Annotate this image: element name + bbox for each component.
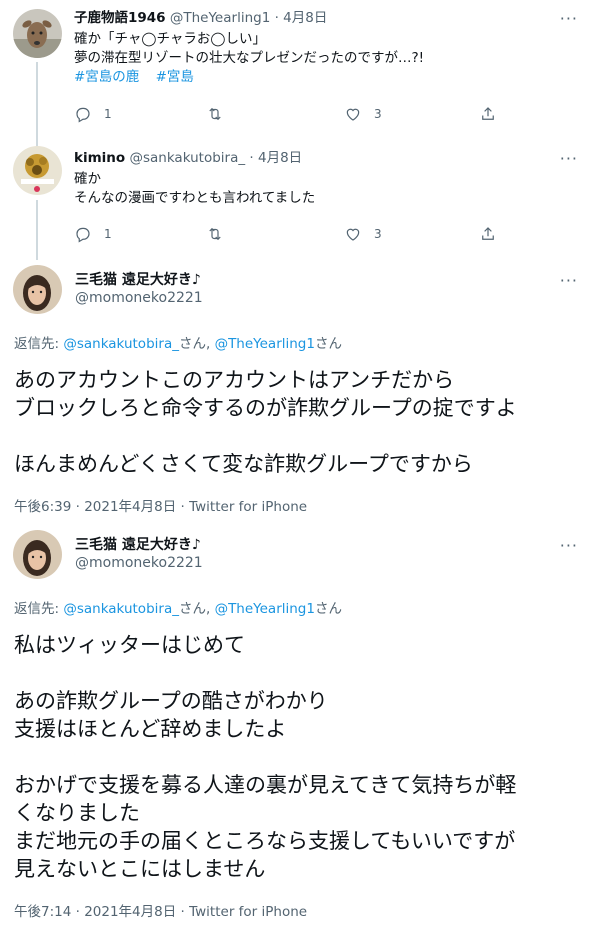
avatar[interactable] [13,9,62,58]
tweet-date[interactable]: 4月8日 [258,150,302,166]
reply-tweet[interactable]: 子鹿物語1946 @TheYearling1 · 4月8日 確か「チャ◯チャラお… [0,0,596,140]
tweet-time[interactable]: 午後7:14 [14,904,71,920]
focal-tweet: 三毛猫 遠足大好き♪ @momoneko2221 ··· 返信先: @sanka… [0,527,596,927]
user-handle[interactable]: @momoneko2221 [75,555,203,571]
user-handle[interactable]: @momoneko2221 [75,290,203,306]
action-bar: 1 3 [74,105,514,125]
mention-link[interactable]: @sankakutobira_ [63,601,179,617]
user-handle[interactable]: @sankakutobira_ [129,150,245,166]
reply-header: 子鹿物語1946 @TheYearling1 · 4月8日 [74,9,582,27]
display-name[interactable]: 三毛猫 遠足大好き♪ [75,269,201,289]
action-bar: 1 3 [74,225,514,245]
display-name[interactable]: 子鹿物語1946 [74,10,166,26]
separator: · [249,150,254,166]
tweet-text: 私はツィッターはじめて あの詐欺グループの酷さがわかり 支援はほとんど辞めました… [14,633,517,881]
tweet-source[interactable]: Twitter for iPhone [189,904,307,920]
share-button[interactable] [479,225,497,243]
tweet-meta: 午後6:39 · 2021年4月8日 · Twitter for iPhone [14,499,308,515]
display-name[interactable]: kimino [74,150,125,166]
reply-icon [76,107,90,123]
tweet-date[interactable]: 2021年4月8日 [84,904,176,920]
hashtag-link[interactable]: #宮島の鹿 [74,69,139,85]
mention-link[interactable]: @TheYearling1 [215,601,315,617]
reply-button[interactable]: 1 [74,225,112,243]
share-icon [482,227,494,240]
more-options-icon[interactable]: ··· [560,538,578,554]
reply-icon [76,227,90,243]
like-button[interactable]: 3 [344,225,382,243]
heart-icon [346,228,360,241]
mention-link[interactable]: @sankakutobira_ [63,336,179,352]
reply-count: 1 [104,107,112,121]
more-options-icon[interactable]: ··· [560,151,578,167]
like-button[interactable]: 3 [344,105,382,123]
tweet-meta: 午後7:14 · 2021年4月8日 · Twitter for iPhone [14,904,308,920]
tweet-date[interactable]: 2021年4月8日 [84,499,176,515]
reply-button[interactable]: 1 [74,105,112,123]
reply-header: kimino @sankakutobira_ · 4月8日 [74,149,582,167]
avatar[interactable] [13,265,62,314]
tweet-text: あのアカウントこのアカウントはアンチだから ブロックしろと命令するのが詐欺グルー… [14,368,517,476]
reply-tweet[interactable]: kimino @sankakutobira_ · 4月8日 確か そんなの漫画で… [0,140,596,260]
avatar[interactable] [13,146,62,195]
replying-to: 返信先: @sankakutobira_さん, @TheYearling1さん [14,336,342,352]
like-count: 3 [374,227,382,241]
reply-text: 確か そんなの漫画ですわとも言われてました [74,171,316,206]
like-count: 3 [374,107,382,121]
share-icon [482,107,494,120]
retweet-icon [209,107,221,121]
retweet-icon [209,227,221,241]
tweet-source[interactable]: Twitter for iPhone [189,499,307,515]
separator: · [274,10,279,26]
tweet-date[interactable]: 4月8日 [283,10,327,26]
tweet-time[interactable]: 午後6:39 [14,499,71,515]
avatar[interactable] [13,530,62,579]
hashtag-link[interactable]: #宮島 [156,69,194,85]
reply-text: 確か「チャ◯チャラお◯しい」 夢の滞在型リゾートの壮大なプレゼンだったのですが…… [74,31,425,85]
replying-to: 返信先: @sankakutobira_さん, @TheYearling1さん [14,601,342,617]
more-options-icon[interactable]: ··· [560,273,578,289]
more-options-icon[interactable]: ··· [560,11,578,27]
retweet-button[interactable] [206,225,224,243]
heart-icon [346,108,360,121]
share-button[interactable] [479,105,497,123]
focal-tweet: 三毛猫 遠足大好き♪ @momoneko2221 ··· 返信先: @sanka… [0,262,596,520]
display-name[interactable]: 三毛猫 遠足大好き♪ [75,534,201,554]
user-handle[interactable]: @TheYearling1 [170,10,270,26]
retweet-button[interactable] [206,105,224,123]
mention-link[interactable]: @TheYearling1 [215,336,315,352]
reply-count: 1 [104,227,112,241]
